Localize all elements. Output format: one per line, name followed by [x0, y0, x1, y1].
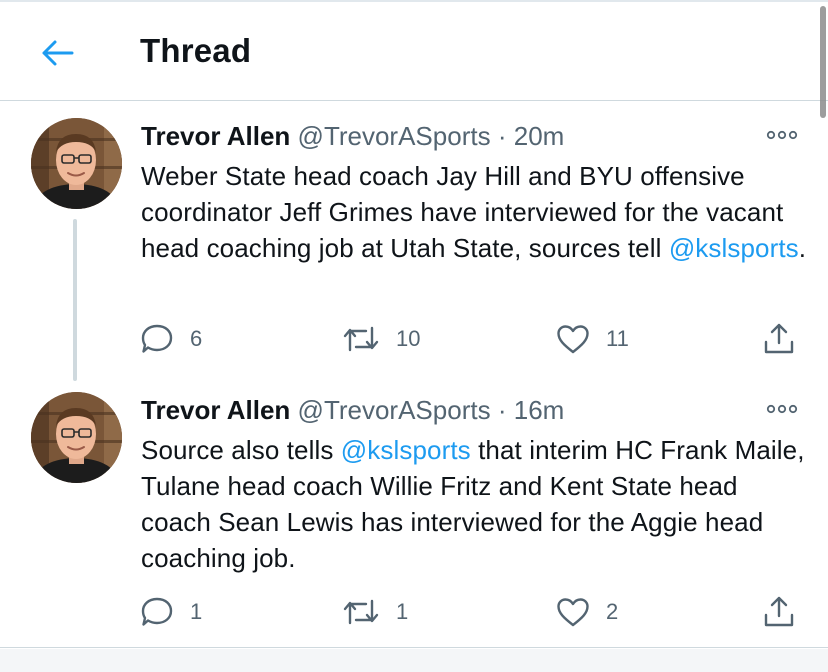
- tweet-text: Weber State head coach Jay Hill and BYU …: [141, 158, 811, 266]
- tweet-actions: 1 1 2: [138, 592, 808, 632]
- tweet[interactable]: Trevor Allen @TrevorASports · 16m Source…: [0, 381, 828, 648]
- tweet-time[interactable]: 20m: [514, 121, 565, 151]
- tweet-header: Trevor Allen @TrevorASports · 16m: [141, 394, 564, 426]
- more-button[interactable]: [764, 123, 800, 147]
- tweet-header: Trevor Allen @TrevorASports · 20m: [141, 120, 564, 152]
- author-name[interactable]: Trevor Allen: [141, 121, 290, 151]
- reply-icon: [140, 323, 174, 355]
- share-icon: [762, 322, 796, 356]
- tweet[interactable]: Trevor Allen @TrevorASports · 20m Weber …: [0, 101, 828, 381]
- thread-screen: Thread Trevor Allen @TrevorASports · 20m…: [0, 0, 828, 672]
- separator-dot: ·: [497, 395, 507, 425]
- more-icon: [766, 404, 798, 414]
- author-name[interactable]: Trevor Allen: [141, 395, 290, 425]
- like-button[interactable]: 11: [556, 319, 629, 359]
- more-icon: [766, 130, 798, 140]
- author-handle[interactable]: @TrevorASports: [298, 395, 491, 425]
- heart-icon: [556, 324, 590, 354]
- reply-count: 6: [190, 326, 203, 351]
- share-icon: [762, 595, 796, 629]
- reply-count: 1: [190, 599, 203, 624]
- retweet-count: 10: [396, 326, 421, 351]
- thread-header: Thread: [0, 0, 828, 101]
- retweet-icon: [342, 324, 380, 354]
- mention-link[interactable]: @kslsports: [341, 435, 471, 465]
- reply-button[interactable]: 1: [140, 592, 202, 632]
- heart-icon: [556, 597, 590, 627]
- reply-button[interactable]: 6: [140, 319, 202, 359]
- like-count: 2: [606, 599, 619, 624]
- like-count: 11: [606, 326, 629, 351]
- more-button[interactable]: [764, 397, 800, 421]
- retweet-button[interactable]: 1: [342, 592, 408, 632]
- page-title: Thread: [140, 32, 252, 69]
- back-button[interactable]: [28, 28, 88, 78]
- avatar[interactable]: [31, 392, 122, 483]
- like-button[interactable]: 2: [556, 592, 618, 632]
- retweet-icon: [342, 597, 380, 627]
- retweet-button[interactable]: 10: [342, 319, 420, 359]
- tweet-actions: 6 10 11: [138, 319, 808, 359]
- mention-link[interactable]: @kslsports: [669, 233, 799, 263]
- avatar[interactable]: [31, 118, 122, 209]
- tweet-text-part: .: [798, 233, 807, 263]
- arrow-left-icon: [41, 39, 75, 67]
- author-handle[interactable]: @TrevorASports: [298, 121, 491, 151]
- reply-icon: [140, 596, 174, 628]
- tweet-text-part: Source also tells: [141, 435, 341, 465]
- tweet-time[interactable]: 16m: [514, 395, 565, 425]
- separator-dot: ·: [497, 121, 507, 151]
- tweet-text: Source also tells @kslsports that interi…: [141, 432, 811, 576]
- share-button[interactable]: [762, 319, 796, 359]
- thread-connector: [73, 219, 77, 381]
- share-button[interactable]: [762, 592, 796, 632]
- next-section-edge: [0, 649, 828, 672]
- retweet-count: 1: [396, 599, 409, 624]
